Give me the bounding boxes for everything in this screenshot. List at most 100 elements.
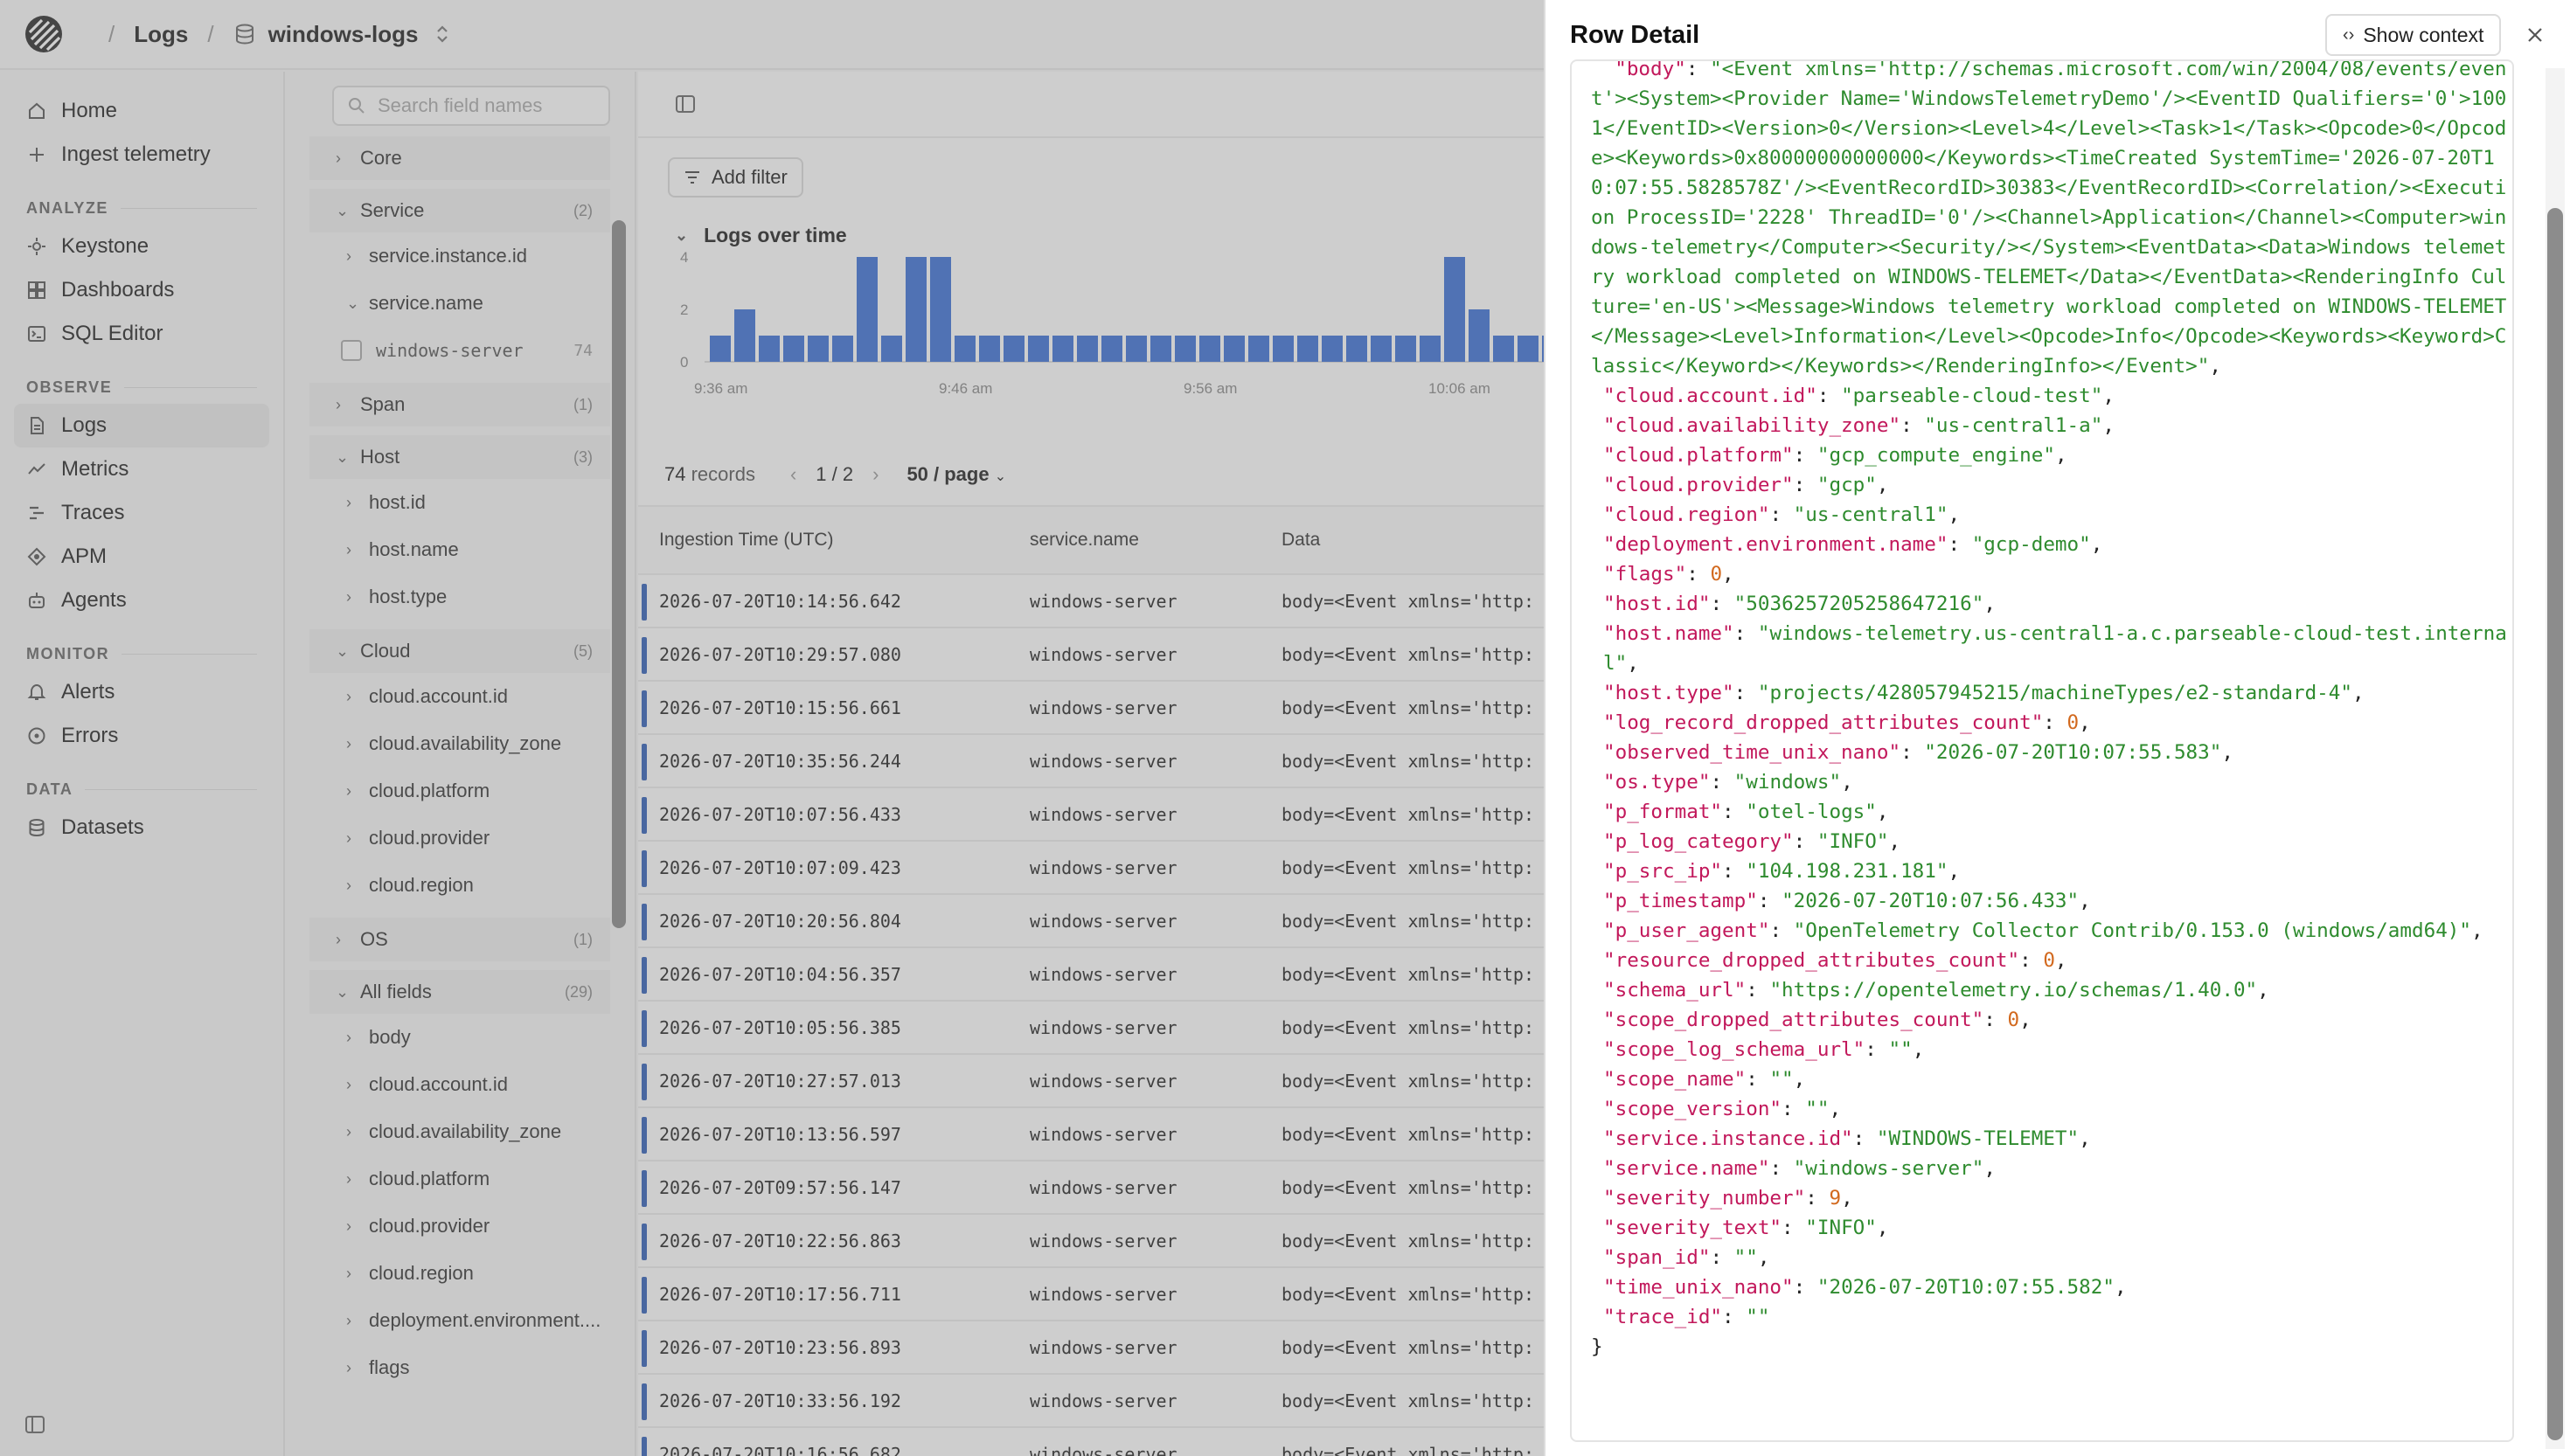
json-line: "severity_text": "INFO", xyxy=(1603,1217,1889,1239)
json-value: "us-central1-a" xyxy=(1924,414,2103,437)
json-key: "trace_id" xyxy=(1603,1306,1723,1328)
json-key: "time_unix_nano" xyxy=(1603,1276,1794,1299)
json-key: "os.type" xyxy=(1603,771,1711,794)
row-detail-panel: Row Detail ‹› Show context "body": "<Eve… xyxy=(1544,0,2570,1456)
json-key: "scope_dropped_attributes_count" xyxy=(1603,1009,1984,1031)
json-value: 0 xyxy=(2043,949,2055,972)
json-line: "scope_version": "", xyxy=(1603,1098,1842,1120)
json-key: "cloud.availability_zone" xyxy=(1603,414,1901,437)
json-line: "resource_dropped_attributes_count": 0, xyxy=(1603,949,2067,972)
json-value: "gcp_compute_engine" xyxy=(1816,444,2055,467)
json-line: "cloud.provider": "gcp", xyxy=(1603,474,1889,496)
json-value: "us-central1" xyxy=(1793,503,1948,526)
json-key: "scope_log_schema_url" xyxy=(1603,1038,1865,1061)
json-key: "span_id" xyxy=(1603,1246,1711,1269)
json-value: "2026-07-20T10:07:55.582" xyxy=(1816,1276,2115,1299)
json-value: "" xyxy=(1888,1038,1913,1061)
json-key: "resource_dropped_attributes_count" xyxy=(1603,949,2020,972)
json-key: "cloud.region" xyxy=(1603,503,1770,526)
json-line: "p_timestamp": "2026-07-20T10:07:56.433"… xyxy=(1603,890,2091,912)
json-key: "cloud.account.id" xyxy=(1603,385,1817,407)
json-key: "p_user_agent" xyxy=(1603,919,1770,942)
json-line: "log_record_dropped_attributes_count": 0… xyxy=(1603,711,2091,734)
json-key: "observed_time_unix_nano" xyxy=(1603,741,1901,764)
json-value: "104.198.231.181" xyxy=(1746,860,1948,883)
json-line: "flags": 0, xyxy=(1603,563,1734,586)
json-value: "gcp-demo" xyxy=(1971,533,2091,556)
json-key: "deployment.environment.name" xyxy=(1603,533,1948,556)
json-key: "host.id" xyxy=(1603,593,1711,615)
json-line: "scope_name": "", xyxy=(1603,1068,1806,1091)
json-line: "p_user_agent": "OpenTelemetry Collector… xyxy=(1603,919,2483,942)
json-value: 0 xyxy=(2066,711,2080,734)
json-value: "parseable-cloud-test" xyxy=(1841,385,2103,407)
json-value: 0 xyxy=(1710,563,1723,586)
json-value: "2026-07-20T10:07:56.433" xyxy=(1782,890,2080,912)
json-content: "body": "<Event xmlns='http://schemas.mi… xyxy=(1591,59,2509,1362)
json-key: "schema_url" xyxy=(1603,979,1747,1002)
json-key: "cloud.provider" xyxy=(1603,474,1794,496)
panel-scrollbar-track[interactable] xyxy=(2546,68,2565,1449)
json-key: "p_timestamp" xyxy=(1603,890,1758,912)
json-line-body: "body": "<Event xmlns='http://schemas.mi… xyxy=(1591,59,2507,378)
json-line: "p_format": "otel-logs", xyxy=(1603,801,1889,823)
json-line: "host.type": "projects/428057945215/mach… xyxy=(1603,682,2365,704)
json-line: "cloud.platform": "gcp_compute_engine", xyxy=(1603,444,2067,467)
json-key: "severity_text" xyxy=(1603,1217,1782,1239)
json-value: 0 xyxy=(2007,1009,2020,1031)
json-value: "windows-telemetry.us-central1-a.c.parse… xyxy=(1603,622,2507,675)
json-value: "windows-server" xyxy=(1793,1157,1984,1180)
json-line: "deployment.environment.name": "gcp-demo… xyxy=(1603,533,2103,556)
json-value: "gcp" xyxy=(1816,474,1877,496)
json-value: "https://opentelemetry.io/schemas/1.40.0… xyxy=(1769,979,2258,1002)
json-value: "5036257205258647216" xyxy=(1733,593,1984,615)
json-value: "INFO" xyxy=(1805,1217,1877,1239)
json-line: "cloud.account.id": "parseable-cloud-tes… xyxy=(1603,385,2115,407)
json-line: "service.instance.id": "WINDOWS-TELEMET"… xyxy=(1603,1127,2091,1150)
json-value: "INFO" xyxy=(1816,830,1889,853)
json-value: "<Event xmlns='http://schemas.microsoft.… xyxy=(1591,59,2507,378)
json-value: "" xyxy=(1746,1306,1770,1328)
json-line: "p_log_category": "INFO", xyxy=(1603,830,1901,853)
json-line: "cloud.availability_zone": "us-central1-… xyxy=(1603,414,2115,437)
json-value: "otel-logs" xyxy=(1746,801,1877,823)
json-key: "service.name" xyxy=(1603,1157,1770,1180)
row-detail-title: Row Detail xyxy=(1570,20,1700,49)
json-value: "projects/428057945215/machineTypes/e2-s… xyxy=(1757,682,2352,704)
show-context-button[interactable]: ‹› Show context xyxy=(2325,14,2502,56)
json-line: "observed_time_unix_nano": "2026-07-20T1… xyxy=(1603,741,2233,764)
json-key: "severity_number" xyxy=(1603,1187,1806,1210)
json-line: "scope_log_schema_url": "", xyxy=(1603,1038,1925,1061)
modal-backdrop[interactable] xyxy=(0,0,1544,1456)
panel-scrollbar-thumb[interactable] xyxy=(2547,208,2563,1440)
json-key: "body" xyxy=(1615,59,1686,80)
json-key: "scope_name" xyxy=(1603,1068,1747,1091)
json-key: "host.name" xyxy=(1603,622,1734,645)
json-key: "p_src_ip" xyxy=(1603,860,1723,883)
json-closing-brace: } xyxy=(1591,1335,1603,1358)
json-value: "" xyxy=(1769,1068,1794,1091)
json-value: "windows" xyxy=(1733,771,1842,794)
json-key: "log_record_dropped_attributes_count" xyxy=(1603,711,2044,734)
json-line: "cloud.region": "us-central1", xyxy=(1603,503,1961,526)
json-key: "flags" xyxy=(1603,563,1687,586)
json-line: "service.name": "windows-server", xyxy=(1603,1157,1996,1180)
json-line: "scope_dropped_attributes_count": 0, xyxy=(1603,1009,2032,1031)
close-button[interactable] xyxy=(2519,19,2551,51)
json-line: "host.name": "windows-telemetry.us-centr… xyxy=(1603,622,2507,675)
json-line: "time_unix_nano": "2026-07-20T10:07:55.5… xyxy=(1603,1276,2127,1299)
json-key: "scope_version" xyxy=(1603,1098,1782,1120)
json-line: "severity_number": 9, xyxy=(1603,1187,1853,1210)
json-line: "p_src_ip": "104.198.231.181", xyxy=(1603,860,1961,883)
json-key: "p_format" xyxy=(1603,801,1723,823)
json-value: "OpenTelemetry Collector Contrib/0.153.0… xyxy=(1793,919,2472,942)
json-viewer[interactable]: "body": "<Event xmlns='http://schemas.mi… xyxy=(1570,59,2514,1442)
json-line: "host.id": "5036257205258647216", xyxy=(1603,593,1996,615)
json-value: "WINDOWS-TELEMET" xyxy=(1876,1127,2080,1150)
json-line: "schema_url": "https://opentelemetry.io/… xyxy=(1603,979,2269,1002)
json-value: "" xyxy=(1733,1246,1758,1269)
json-line: "os.type": "windows", xyxy=(1603,771,1853,794)
close-icon xyxy=(2528,28,2542,42)
json-line: "trace_id": "" xyxy=(1603,1306,1770,1328)
json-value: 9 xyxy=(1829,1187,1842,1210)
